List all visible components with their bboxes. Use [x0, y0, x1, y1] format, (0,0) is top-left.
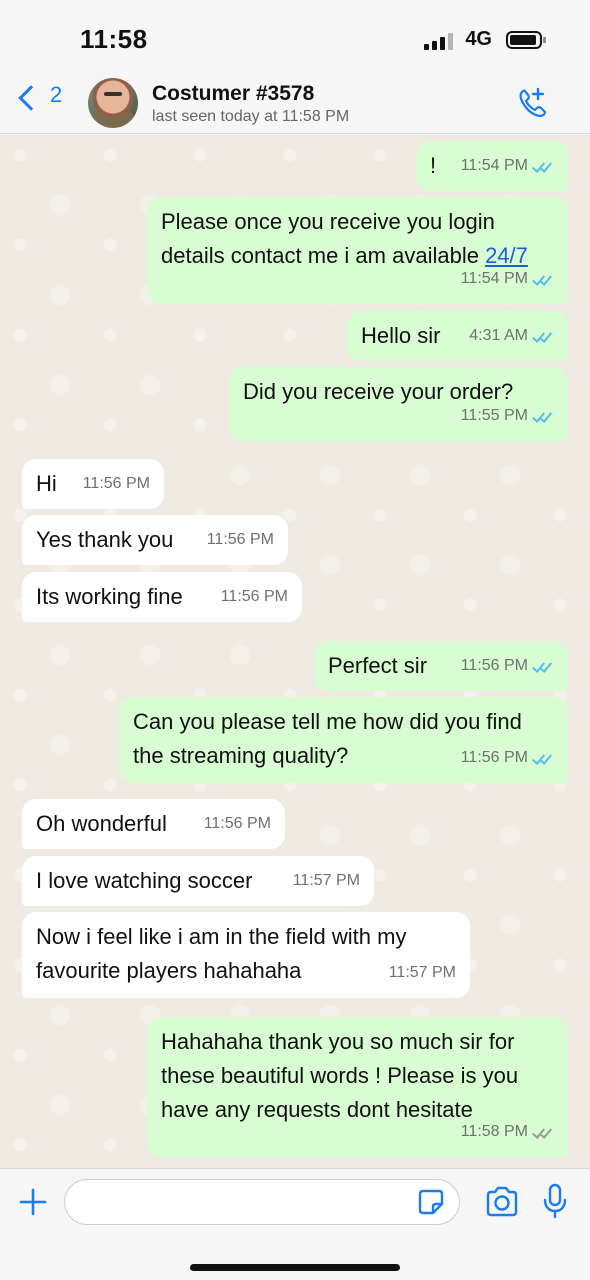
- sticker-icon[interactable]: [416, 1187, 446, 1217]
- message-outgoing[interactable]: Perfect sir 11:56 PM: [314, 641, 568, 691]
- message-outgoing[interactable]: Hello sir 4:31 AM: [347, 311, 568, 361]
- message-meta: 11:58 PM: [461, 1115, 554, 1149]
- read-ticks-icon: [531, 659, 554, 673]
- chat-messages[interactable]: ! 11:54 PM Please once you receive you l…: [0, 135, 590, 1168]
- message-meta: 11:57 PM: [293, 864, 360, 898]
- message-incoming[interactable]: Now i feel like i am in the field with m…: [22, 912, 470, 998]
- message-outgoing[interactable]: Can you please tell me how did you find …: [119, 697, 568, 783]
- message-meta: 4:31 AM: [469, 319, 554, 353]
- message-text: Please once you receive you login detail…: [161, 209, 495, 268]
- message-incoming[interactable]: I love watching soccer 11:57 PM: [22, 856, 374, 906]
- contact-name[interactable]: Costumer #3578: [152, 82, 314, 106]
- back-chevron-icon: [18, 85, 44, 111]
- message-incoming[interactable]: Hi 11:56 PM: [22, 459, 164, 509]
- message-meta: 11:56 PM: [461, 649, 554, 683]
- message-text: Hahahaha thank you so much sir for these…: [161, 1029, 519, 1122]
- message-input-bar: [0, 1168, 590, 1280]
- avatar[interactable]: [88, 78, 138, 128]
- message-text: !: [430, 153, 437, 178]
- status-time: 11:58: [80, 24, 148, 54]
- message-outgoing[interactable]: Did you receive your order? 11:55 PM: [229, 367, 568, 441]
- message-text: Hi: [36, 471, 57, 496]
- message-outgoing[interactable]: Please once you receive you login detail…: [147, 197, 568, 304]
- message-incoming[interactable]: Yes thank you 11:56 PM: [22, 515, 288, 565]
- message-meta: 11:57 PM: [389, 956, 456, 990]
- message-meta: 11:56 PM: [204, 807, 271, 841]
- message-input[interactable]: [64, 1179, 460, 1225]
- message-outgoing[interactable]: ! 11:54 PM: [416, 141, 568, 191]
- read-ticks-icon: [531, 751, 554, 765]
- home-indicator: [190, 1264, 400, 1271]
- message-outgoing[interactable]: Hahahaha thank you so much sir for these…: [147, 1017, 568, 1157]
- message-time: 11:56 PM: [206, 531, 274, 548]
- message-time: 11:56 PM: [82, 475, 150, 492]
- read-ticks-icon: [531, 409, 554, 423]
- status-indicators: 4G: [424, 28, 546, 51]
- message-time: 11:55 PM: [460, 407, 528, 424]
- message-meta: 11:54 PM: [461, 149, 554, 183]
- status-bar: 11:58 4G: [0, 0, 590, 72]
- message-meta: 11:56 PM: [221, 580, 288, 614]
- message-time: 11:54 PM: [460, 270, 528, 287]
- message-text: Hello sir: [361, 323, 441, 348]
- message-text: Its working fine: [36, 584, 183, 609]
- message-time: 11:56 PM: [460, 657, 528, 674]
- message-time: 4:31 AM: [469, 327, 528, 344]
- chat-header: 2 Costumer #3578 last seen today at 11:5…: [0, 72, 590, 134]
- delivered-ticks-icon: [531, 1125, 554, 1139]
- contact-status: last seen today at 11:58 PM: [152, 108, 350, 125]
- signal-icon: [424, 30, 454, 50]
- message-time: 11:56 PM: [460, 749, 528, 766]
- camera-icon[interactable]: [484, 1185, 520, 1219]
- message-time: 11:56 PM: [220, 588, 288, 605]
- plus-icon[interactable]: [18, 1187, 48, 1217]
- read-ticks-icon: [531, 329, 554, 343]
- message-meta: 11:55 PM: [461, 399, 554, 433]
- mic-icon[interactable]: [540, 1183, 570, 1219]
- message-text: Oh wonderful: [36, 811, 167, 836]
- call-add-icon[interactable]: [516, 86, 550, 120]
- message-incoming[interactable]: Its working fine 11:56 PM: [22, 572, 302, 622]
- message-time: 11:57 PM: [292, 872, 360, 889]
- message-time: 11:54 PM: [460, 157, 528, 174]
- message-meta: 11:56 PM: [207, 523, 274, 557]
- message-meta: 11:56 PM: [83, 467, 150, 501]
- back-button[interactable]: 2: [14, 82, 63, 111]
- message-time: 11:56 PM: [203, 815, 271, 832]
- network-type: 4G: [465, 28, 492, 50]
- message-text: Yes thank you: [36, 527, 174, 552]
- message-text: Now i feel like i am in the field with m…: [36, 924, 407, 983]
- message-incoming[interactable]: Oh wonderful 11:56 PM: [22, 799, 285, 849]
- message-meta: 11:56 PM: [461, 741, 554, 775]
- message-text: I love watching soccer: [36, 868, 253, 893]
- read-ticks-icon: [531, 159, 554, 173]
- battery-icon: [506, 30, 546, 49]
- unread-count: 2: [50, 82, 63, 107]
- message-text: Perfect sir: [328, 653, 428, 678]
- message-meta: 11:54 PM: [461, 262, 554, 296]
- read-ticks-icon: [531, 272, 554, 286]
- message-time: 11:57 PM: [388, 964, 456, 981]
- message-time: 11:58 PM: [460, 1123, 528, 1140]
